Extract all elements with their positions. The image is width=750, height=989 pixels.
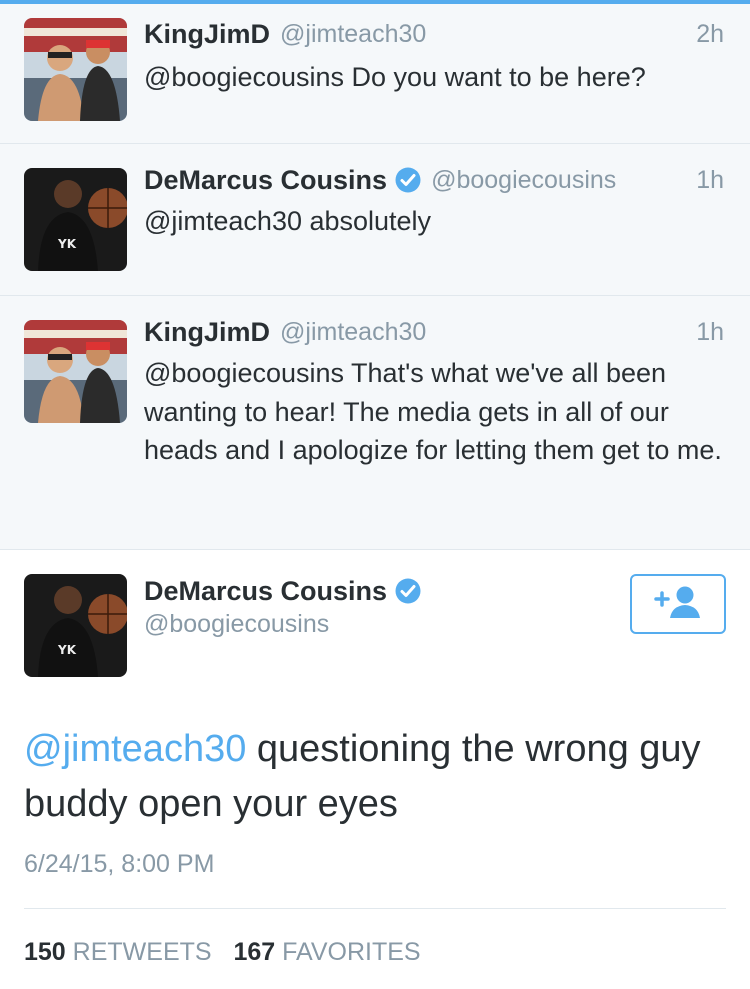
reply-tweet[interactable]: KingJimD @jimteach30 1h @boogiecousins T…: [0, 296, 750, 550]
author-handle[interactable]: @boogiecousins: [144, 610, 329, 639]
tweet-text: @jimteach30 absolutely: [144, 206, 432, 236]
author-handle[interactable]: @jimteach30: [280, 318, 426, 347]
svg-text:YK: YK: [57, 643, 77, 657]
tweet-time: 1h: [696, 318, 724, 346]
author-line: DeMarcus Cousins @boogiecousins: [144, 162, 616, 198]
svg-text:YK: YK: [57, 237, 77, 251]
divider: [24, 908, 726, 909]
author-name[interactable]: DeMarcus Cousins: [144, 165, 387, 196]
retweets-count[interactable]: 150: [24, 938, 66, 966]
follow-button[interactable]: [630, 574, 726, 634]
reply-tweet[interactable]: KingJimD @jimteach30 2h @boogiecousins D…: [0, 4, 750, 144]
avatar[interactable]: [24, 320, 127, 423]
follow-add-user-icon: [652, 584, 704, 625]
mention-link[interactable]: @jimteach30: [24, 728, 246, 770]
author-handle[interactable]: @jimteach30: [280, 20, 426, 49]
tweet-text: @jimteach30 questioning the wrong guy bu…: [24, 722, 724, 832]
author-line: KingJimD @jimteach30: [144, 16, 426, 52]
tweet-text: @boogiecousins Do you want to be here?: [144, 62, 646, 92]
avatar[interactable]: YK: [24, 168, 127, 271]
main-tweet: YK DeMarcus Cousins @boogiecousins @jimt…: [0, 550, 750, 989]
author-name[interactable]: DeMarcus Cousins: [144, 576, 387, 607]
author-name[interactable]: KingJimD: [144, 317, 270, 348]
tweet-time: 1h: [696, 166, 724, 194]
author-handle[interactable]: @boogiecousins: [431, 166, 616, 195]
favorites-label[interactable]: FAVORITES: [282, 938, 420, 966]
reply-tweet[interactable]: YK DeMarcus Cousins @boogiecousins 1h @j…: [0, 144, 750, 296]
verified-badge-icon: [395, 167, 421, 193]
author-name[interactable]: KingJimD: [144, 19, 270, 50]
verified-badge-icon: [395, 578, 421, 604]
avatar[interactable]: YK: [24, 574, 127, 677]
engagement-stats: 150 RETWEETS 167 FAVORITES: [24, 938, 421, 967]
tweet-time: 2h: [696, 20, 724, 48]
author-line: KingJimD @jimteach30: [144, 314, 426, 350]
tweet-text: @boogiecousins That's what we've all bee…: [144, 358, 722, 465]
retweets-label[interactable]: RETWEETS: [73, 938, 212, 966]
author-line: DeMarcus Cousins: [144, 572, 421, 610]
avatar[interactable]: [24, 18, 127, 121]
favorites-count[interactable]: 167: [233, 938, 275, 966]
tweet-timestamp: 6/24/15, 8:00 PM: [24, 850, 215, 878]
